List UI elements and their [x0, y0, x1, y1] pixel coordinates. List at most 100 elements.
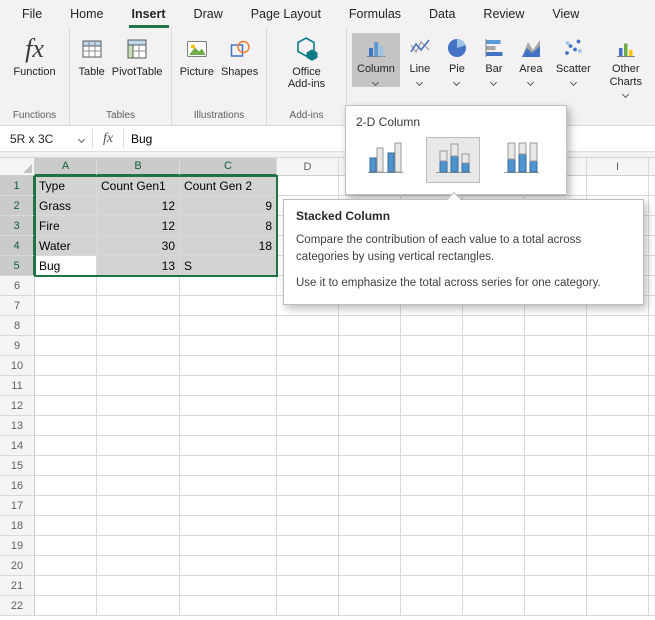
- cell-A5[interactable]: Bug: [35, 256, 97, 276]
- cell-D8[interactable]: [277, 316, 339, 336]
- name-box[interactable]: 5R x 3C: [0, 126, 92, 151]
- cell-E21[interactable]: [339, 576, 401, 596]
- cell-C21[interactable]: [180, 576, 277, 596]
- cell-F10[interactable]: [401, 356, 463, 376]
- cell-J5[interactable]: [649, 256, 655, 276]
- insert-function-button[interactable]: fx: [93, 126, 123, 151]
- pie-button[interactable]: Pie: [440, 33, 474, 87]
- cell-B11[interactable]: [97, 376, 180, 396]
- cell-E16[interactable]: [339, 476, 401, 496]
- cell-B5[interactable]: 13: [97, 256, 180, 276]
- cell-I11[interactable]: [587, 376, 649, 396]
- cell-F12[interactable]: [401, 396, 463, 416]
- cell-D17[interactable]: [277, 496, 339, 516]
- cell-F15[interactable]: [401, 456, 463, 476]
- cell-A14[interactable]: [35, 436, 97, 456]
- cell-F14[interactable]: [401, 436, 463, 456]
- column-header-b[interactable]: B: [97, 158, 180, 176]
- cell-D21[interactable]: [277, 576, 339, 596]
- cell-G10[interactable]: [463, 356, 525, 376]
- row-header-8[interactable]: 8: [0, 316, 35, 336]
- cell-C8[interactable]: [180, 316, 277, 336]
- cell-D10[interactable]: [277, 356, 339, 376]
- cell-F22[interactable]: [401, 596, 463, 616]
- cell-B13[interactable]: [97, 416, 180, 436]
- cell-A1[interactable]: Type: [35, 176, 97, 196]
- cell-I14[interactable]: [587, 436, 649, 456]
- row-header-9[interactable]: 9: [0, 336, 35, 356]
- other-charts-button[interactable]: Other Charts: [599, 33, 653, 99]
- cell-A10[interactable]: [35, 356, 97, 376]
- cell-G14[interactable]: [463, 436, 525, 456]
- cell-J15[interactable]: [649, 456, 655, 476]
- cell-B17[interactable]: [97, 496, 180, 516]
- cell-I1[interactable]: [587, 176, 649, 196]
- cell-C9[interactable]: [180, 336, 277, 356]
- cell-I16[interactable]: [587, 476, 649, 496]
- cell-I21[interactable]: [587, 576, 649, 596]
- cell-A6[interactable]: [35, 276, 97, 296]
- cell-G11[interactable]: [463, 376, 525, 396]
- cell-C7[interactable]: [180, 296, 277, 316]
- 100-percent-stacked-column-option[interactable]: [494, 137, 548, 183]
- row-header-10[interactable]: 10: [0, 356, 35, 376]
- cell-H8[interactable]: [525, 316, 587, 336]
- cell-A7[interactable]: [35, 296, 97, 316]
- cell-I20[interactable]: [587, 556, 649, 576]
- cell-G15[interactable]: [463, 456, 525, 476]
- row-header-6[interactable]: 6: [0, 276, 35, 296]
- cell-E22[interactable]: [339, 596, 401, 616]
- cell-D16[interactable]: [277, 476, 339, 496]
- tab-view[interactable]: View: [538, 0, 593, 28]
- cell-H21[interactable]: [525, 576, 587, 596]
- picture-button[interactable]: Picture: [177, 33, 217, 81]
- row-header-20[interactable]: 20: [0, 556, 35, 576]
- cell-J2[interactable]: [649, 196, 655, 216]
- cell-E14[interactable]: [339, 436, 401, 456]
- row-header-21[interactable]: 21: [0, 576, 35, 596]
- cell-G13[interactable]: [463, 416, 525, 436]
- cell-I19[interactable]: [587, 536, 649, 556]
- cell-J21[interactable]: [649, 576, 655, 596]
- line-button[interactable]: Line: [403, 33, 437, 87]
- cell-F18[interactable]: [401, 516, 463, 536]
- cell-J20[interactable]: [649, 556, 655, 576]
- column-button[interactable]: Column: [352, 33, 400, 87]
- row-header-4[interactable]: 4: [0, 236, 35, 256]
- cell-G21[interactable]: [463, 576, 525, 596]
- column-header-d[interactable]: D: [277, 158, 339, 176]
- cell-J19[interactable]: [649, 536, 655, 556]
- cell-G8[interactable]: [463, 316, 525, 336]
- office-addins-button[interactable]: Office Add-ins: [278, 33, 336, 93]
- cell-E12[interactable]: [339, 396, 401, 416]
- cell-C15[interactable]: [180, 456, 277, 476]
- cell-B3[interactable]: 12: [97, 216, 180, 236]
- cell-D14[interactable]: [277, 436, 339, 456]
- cell-J17[interactable]: [649, 496, 655, 516]
- cell-J12[interactable]: [649, 396, 655, 416]
- cell-E13[interactable]: [339, 416, 401, 436]
- cell-D12[interactable]: [277, 396, 339, 416]
- cell-D9[interactable]: [277, 336, 339, 356]
- cell-J16[interactable]: [649, 476, 655, 496]
- cell-D20[interactable]: [277, 556, 339, 576]
- cell-I18[interactable]: [587, 516, 649, 536]
- cell-A9[interactable]: [35, 336, 97, 356]
- cell-H12[interactable]: [525, 396, 587, 416]
- cell-B1[interactable]: Count Gen1: [97, 176, 180, 196]
- cell-H17[interactable]: [525, 496, 587, 516]
- cell-A8[interactable]: [35, 316, 97, 336]
- cell-G17[interactable]: [463, 496, 525, 516]
- row-header-14[interactable]: 14: [0, 436, 35, 456]
- cell-A15[interactable]: [35, 456, 97, 476]
- cell-F13[interactable]: [401, 416, 463, 436]
- cell-B15[interactable]: [97, 456, 180, 476]
- cell-C10[interactable]: [180, 356, 277, 376]
- cell-H19[interactable]: [525, 536, 587, 556]
- cell-E9[interactable]: [339, 336, 401, 356]
- cell-G20[interactable]: [463, 556, 525, 576]
- column-header-c[interactable]: C: [180, 158, 277, 176]
- cell-J13[interactable]: [649, 416, 655, 436]
- row-header-11[interactable]: 11: [0, 376, 35, 396]
- cell-C12[interactable]: [180, 396, 277, 416]
